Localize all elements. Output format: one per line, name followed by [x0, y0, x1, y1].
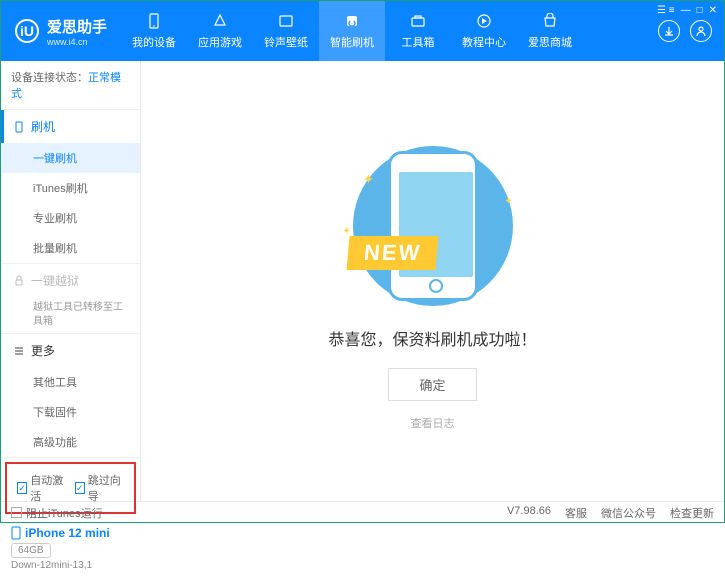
section-jailbreak: 一键越狱 越狱工具已转移至工具箱 [1, 264, 140, 334]
ok-button[interactable]: 确定 [388, 368, 476, 401]
checkbox-auto-activate[interactable]: ✓ 自动激活 [17, 472, 67, 504]
nav-my-device[interactable]: 我的设备 [121, 1, 187, 61]
download-button[interactable] [658, 20, 680, 42]
list-icon [13, 345, 25, 357]
window-controls: ☰ ≡ — □ ✕ [657, 5, 717, 16]
apps-icon [211, 12, 229, 30]
storage-badge: 64GB [11, 543, 51, 558]
phone-icon [11, 526, 21, 540]
logo-area: iU 爱思助手 www.i4.cn [1, 16, 121, 47]
content-area: ✦ ✦ ✦ NEW 恭喜您，保资料刷机成功啦！ 确定 查看日志 [141, 61, 724, 501]
user-button[interactable] [690, 20, 712, 42]
lock-icon [13, 275, 25, 287]
view-log-link[interactable]: 查看日志 [411, 415, 455, 431]
check-icon: ✓ [75, 482, 85, 494]
section-more: 更多 其他工具 下载固件 高级功能 [1, 334, 140, 458]
app-url: www.i4.cn [47, 37, 107, 47]
footer-links: V7.98.66 客服 微信公众号 检查更新 [507, 505, 714, 521]
new-banner: NEW [346, 236, 438, 270]
checkbox-skip-guide[interactable]: ✓ 跳过向导 [75, 472, 125, 504]
tutorial-icon [475, 12, 493, 30]
section-jailbreak-header[interactable]: 一键越狱 [1, 264, 140, 297]
close-icon[interactable]: ✕ [709, 5, 717, 16]
main-nav: 我的设备 应用游戏 铃声壁纸 智能刷机 工具箱 [121, 1, 646, 61]
sidebar-item-pro-flash[interactable]: 专业刷机 [1, 203, 140, 233]
logo-icon: iU [15, 19, 39, 43]
sidebar: 设备连接状态：正常模式 刷机 一键刷机 iTunes刷机 专业刷机 批量刷机 一… [1, 61, 141, 501]
link-service[interactable]: 客服 [565, 505, 587, 521]
menu-icon[interactable]: ☰ ≡ [657, 5, 675, 16]
app-title: 爱思助手 [47, 16, 107, 37]
toolbox-icon [409, 12, 427, 30]
success-message: 恭喜您，保资料刷机成功啦！ [328, 326, 536, 350]
sidebar-item-advanced[interactable]: 高级功能 [1, 427, 140, 457]
nav-tutorials[interactable]: 教程中心 [451, 1, 517, 61]
section-more-header[interactable]: 更多 [1, 334, 140, 367]
device-info: iPhone 12 mini 64GB Down-12mini-13,1 [1, 518, 140, 579]
link-update[interactable]: 检查更新 [670, 505, 714, 521]
header-actions [646, 20, 724, 42]
device-model: Down-12mini-13,1 [11, 560, 130, 571]
section-flash: 刷机 一键刷机 iTunes刷机 专业刷机 批量刷机 [1, 110, 140, 264]
checkbox-icon [11, 507, 22, 518]
check-icon: ✓ [17, 482, 27, 494]
success-illustration: ✦ ✦ ✦ NEW [358, 141, 508, 311]
nav-smart-flash[interactable]: 智能刷机 [319, 1, 385, 61]
link-wechat[interactable]: 微信公众号 [601, 505, 656, 521]
section-flash-header[interactable]: 刷机 [1, 110, 140, 143]
sidebar-item-download-firmware[interactable]: 下载固件 [1, 397, 140, 427]
wallpaper-icon [277, 12, 295, 30]
sidebar-item-batch-flash[interactable]: 批量刷机 [1, 233, 140, 263]
nav-toolbox[interactable]: 工具箱 [385, 1, 451, 61]
nav-apps[interactable]: 应用游戏 [187, 1, 253, 61]
main-area: 设备连接状态：正常模式 刷机 一键刷机 iTunes刷机 专业刷机 批量刷机 一… [1, 61, 724, 501]
nav-store[interactable]: 爱思商城 [517, 1, 583, 61]
phone-icon [145, 12, 163, 30]
connection-status: 设备连接状态：正常模式 [1, 61, 140, 110]
sidebar-item-onekey-flash[interactable]: 一键刷机 [1, 143, 140, 173]
flash-icon [343, 12, 361, 30]
device-name[interactable]: iPhone 12 mini [11, 526, 130, 540]
phone-icon [13, 121, 25, 133]
sidebar-item-itunes-flash[interactable]: iTunes刷机 [1, 173, 140, 203]
minimize-icon[interactable]: — [681, 5, 691, 16]
version-label: V7.98.66 [507, 505, 551, 521]
checkbox-block-itunes[interactable]: 阻止iTunes运行 [11, 505, 103, 521]
nav-ringtones[interactable]: 铃声壁纸 [253, 1, 319, 61]
jailbreak-info: 越狱工具已转移至工具箱 [1, 297, 140, 333]
sidebar-item-other-tools[interactable]: 其他工具 [1, 367, 140, 397]
app-header: ☰ ≡ — □ ✕ iU 爱思助手 www.i4.cn 我的设备 应用游戏 [1, 1, 724, 61]
maximize-icon[interactable]: □ [697, 5, 703, 16]
store-icon [541, 12, 559, 30]
